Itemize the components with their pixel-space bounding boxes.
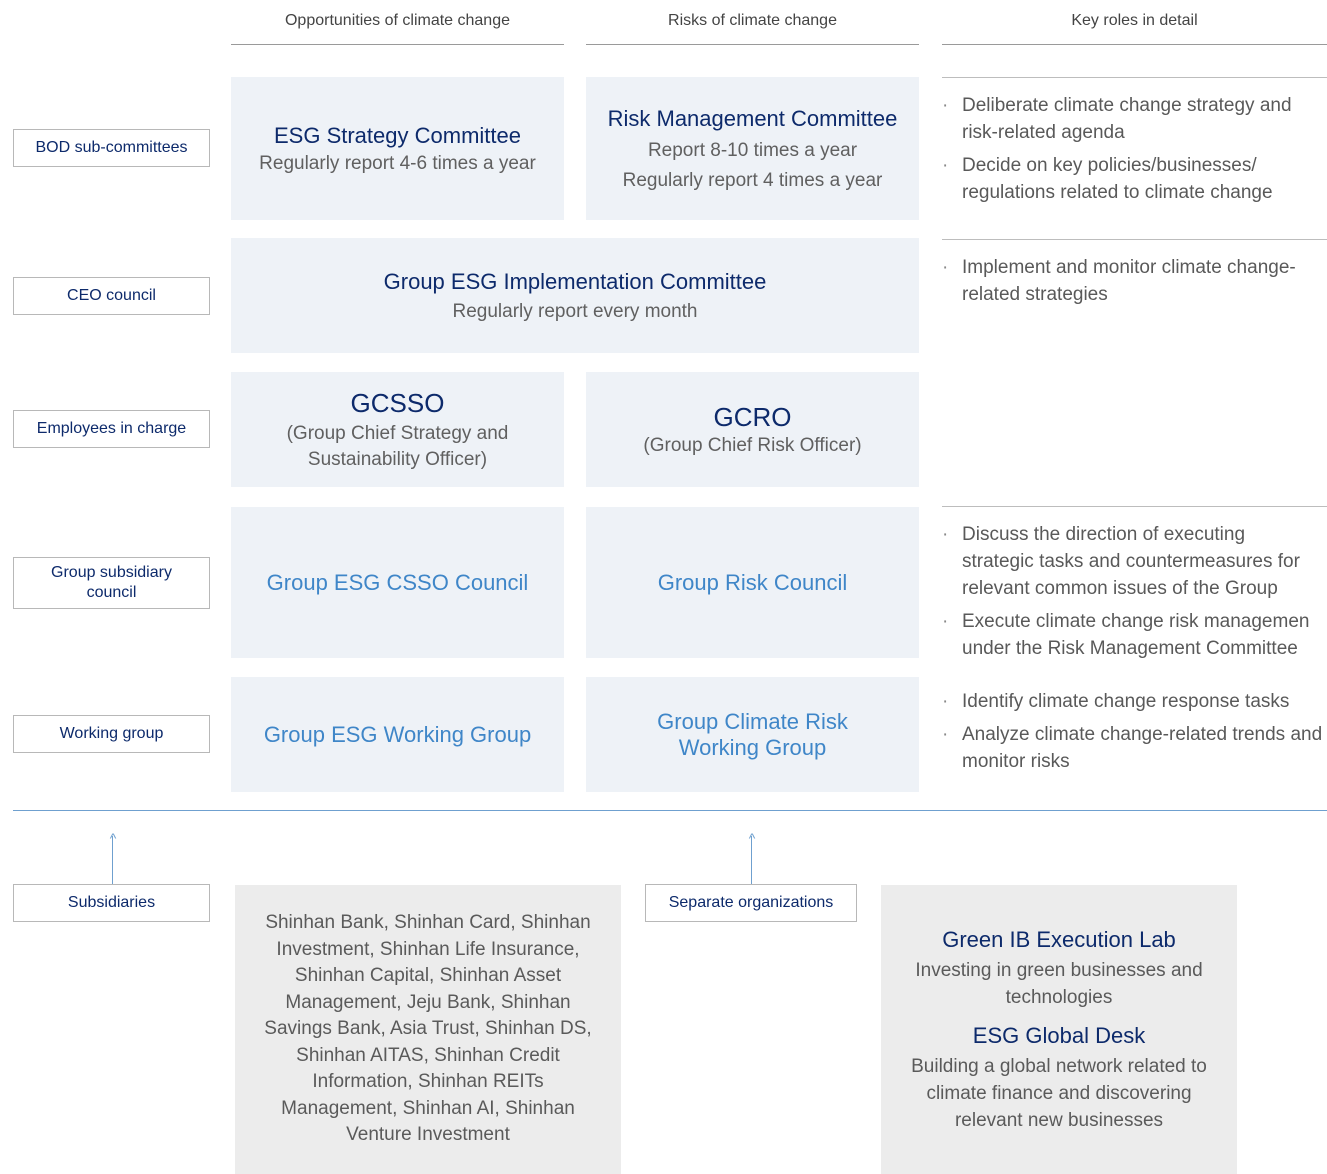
group-esg-implementation-committee-box: Group ESG Implementation Committee Regul… <box>231 238 919 353</box>
risk-management-committee-frequency: Regularly report 4 times a year <box>622 169 883 191</box>
role-item: Analyze climate change-related trends an… <box>942 721 1327 775</box>
group-esg-working-group-box: Group ESG Working Group <box>231 677 564 792</box>
row-label-ceo: CEO council <box>13 277 210 315</box>
esg-strategy-committee-box: ESG Strategy Committee Regularly report … <box>231 77 564 220</box>
risk-management-committee-box: Risk Management Committee Report 8-10 ti… <box>586 77 919 220</box>
risk-management-committee-report: Report 8-10 times a year <box>647 139 858 161</box>
group-esg-working-group-title: Group ESG Working Group <box>263 721 532 747</box>
arrow-up-icon: ^ <box>105 831 121 845</box>
role-item: Discuss the direction of executing strat… <box>942 521 1322 602</box>
group-risk-council-title: Group Risk Council <box>657 569 848 595</box>
esg-global-desk-title: ESG Global Desk <box>972 1023 1146 1048</box>
roles-bod: Deliberate climate change strategy and r… <box>942 86 1327 206</box>
group-climate-risk-working-group-box: Group Climate Risk Working Group <box>586 677 919 792</box>
esg-strategy-committee-frequency: Regularly report 4-6 times a year <box>259 152 536 174</box>
arrow-up-icon: ^ <box>744 831 760 845</box>
column-header-risks: Risks of climate change <box>586 12 919 45</box>
gcsso-full-name: (Group Chief Strategy and Sustainability… <box>286 422 509 470</box>
subsidiaries-label: Subsidiaries <box>13 884 210 922</box>
separate-organizations-box: Green IB Execution Lab Investing in gree… <box>881 885 1237 1174</box>
group-esg-csso-council-title: Group ESG CSSO Council <box>266 569 529 595</box>
row-label-employees: Employees in charge <box>13 410 210 448</box>
group-esg-implementation-committee-title: Group ESG Implementation Committee <box>383 268 767 294</box>
column-header-roles: Key roles in detail <box>942 12 1327 45</box>
role-item: Execute climate change risk managemen un… <box>942 608 1327 662</box>
gcsso-title: GCSSO <box>350 387 445 418</box>
role-item: Deliberate climate change strategy and r… <box>942 92 1322 146</box>
arrow-line <box>751 836 752 884</box>
roles-ceo: Implement and monitor climate change-rel… <box>942 239 1327 308</box>
subsidiaries-box: Shinhan Bank, Shinhan Card, Shinhan Inve… <box>235 885 621 1174</box>
subsidiaries-list: Shinhan Bank, Shinhan Card, Shinhan Inve… <box>264 912 592 1146</box>
group-esg-implementation-committee-frequency: Regularly report every month <box>452 300 698 322</box>
separate-organizations-label: Separate organizations <box>645 884 857 922</box>
gcsso-box: GCSSO (Group Chief Strategy and Sustaina… <box>231 372 564 487</box>
risk-management-committee-title: Risk Management Committee <box>607 105 898 131</box>
gcro-title: GCRO <box>713 401 792 432</box>
green-ib-execution-lab-title: Green IB Execution Lab <box>942 927 1176 952</box>
green-ib-execution-lab-description: Investing in green businesses and techno… <box>915 960 1203 1008</box>
row-label-subsidiary-council: Group subsidiary council <box>13 557 210 609</box>
role-item: Identify climate change response tasks <box>942 688 1327 715</box>
section-divider <box>13 810 1327 811</box>
gcro-box: GCRO (Group Chief Risk Officer) <box>586 372 919 487</box>
esg-strategy-committee-title: ESG Strategy Committee <box>274 122 521 148</box>
gcro-full-name: (Group Chief Risk Officer) <box>643 434 862 456</box>
row-label-working-group: Working group <box>13 715 210 753</box>
role-item: Decide on key policies/businesses/ regul… <box>942 152 1322 206</box>
group-climate-risk-working-group-title: Group Climate Risk Working Group <box>657 708 848 760</box>
arrow-line <box>112 836 113 884</box>
roles-working: Identify climate change response tasks A… <box>942 680 1327 775</box>
esg-global-desk-description: Building a global network related to cli… <box>911 1056 1207 1131</box>
role-item: Implement and monitor climate change-rel… <box>942 254 1327 308</box>
row-label-bod: BOD sub-committees <box>13 129 210 167</box>
group-esg-csso-council-box: Group ESG CSSO Council <box>231 507 564 658</box>
column-header-opportunities: Opportunities of climate change <box>231 12 564 45</box>
group-risk-council-box: Group Risk Council <box>586 507 919 658</box>
roles-council: Discuss the direction of executing strat… <box>942 506 1327 662</box>
